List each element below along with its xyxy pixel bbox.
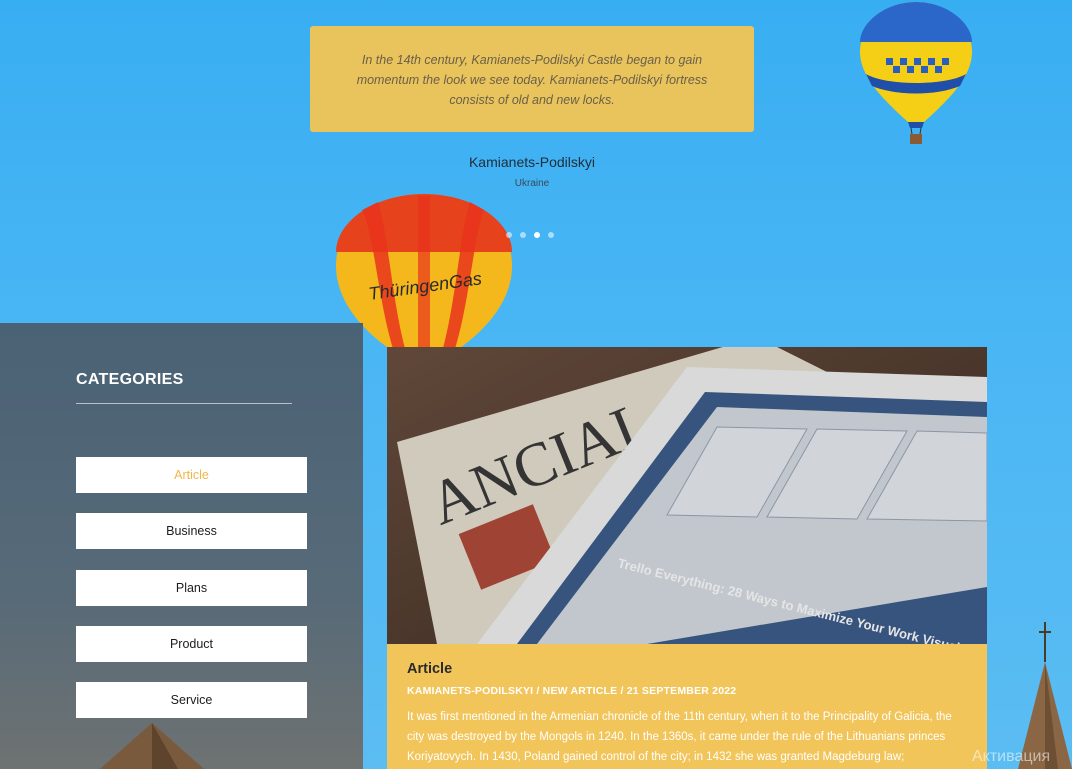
category-business-button[interactable]: Business — [76, 513, 307, 549]
categories-sidebar: CATEGORIES Article Business Plans Produc… — [0, 323, 363, 769]
testimonial-author: Kamianets-Podilskyi — [468, 154, 596, 170]
testimonial-country: Ukraine — [514, 178, 550, 189]
article-image[interactable]: ANCIAL Trello Everything: 28 Ways to Max… — [387, 347, 987, 644]
testimonial-quote-box: In the 14th century, Kamianets-Podilskyi… — [310, 26, 754, 132]
castle-roof-image — [100, 723, 204, 769]
slider-dot[interactable] — [506, 232, 512, 238]
article-body: Article KAMIANETS-PODILSKYI / NEW ARTICL… — [387, 644, 987, 769]
activation-watermark: Активация — [972, 748, 1051, 765]
hot-air-balloon-blue-yellow — [860, 2, 972, 144]
testimonial-quote: In the 14th century, Kamianets-Podilskyi… — [356, 53, 708, 107]
article-excerpt: It was first mentioned in the Armenian c… — [407, 711, 952, 763]
categories-divider — [76, 403, 292, 404]
category-article-button[interactable]: Article — [76, 457, 307, 493]
article-card: ANCIAL Trello Everything: 28 Ways to Max… — [387, 347, 987, 769]
slider-dot-active[interactable] — [534, 232, 540, 238]
category-product-button[interactable]: Product — [76, 626, 307, 662]
category-plans-button[interactable]: Plans — [76, 570, 307, 606]
slider-dot[interactable] — [548, 232, 554, 238]
categories-heading: CATEGORIES — [76, 371, 184, 388]
slider-pagination — [506, 232, 554, 238]
article-title[interactable]: Article — [407, 661, 967, 677]
castle-tower-image — [1018, 622, 1072, 769]
tablet-newspaper-illustration: ANCIAL Trello Everything: 28 Ways to Max… — [387, 347, 987, 644]
category-service-button[interactable]: Service — [76, 682, 307, 718]
article-meta: KAMIANETS-PODILSKYI / NEW ARTICLE / 21 S… — [407, 685, 737, 697]
slider-dot[interactable] — [520, 232, 526, 238]
